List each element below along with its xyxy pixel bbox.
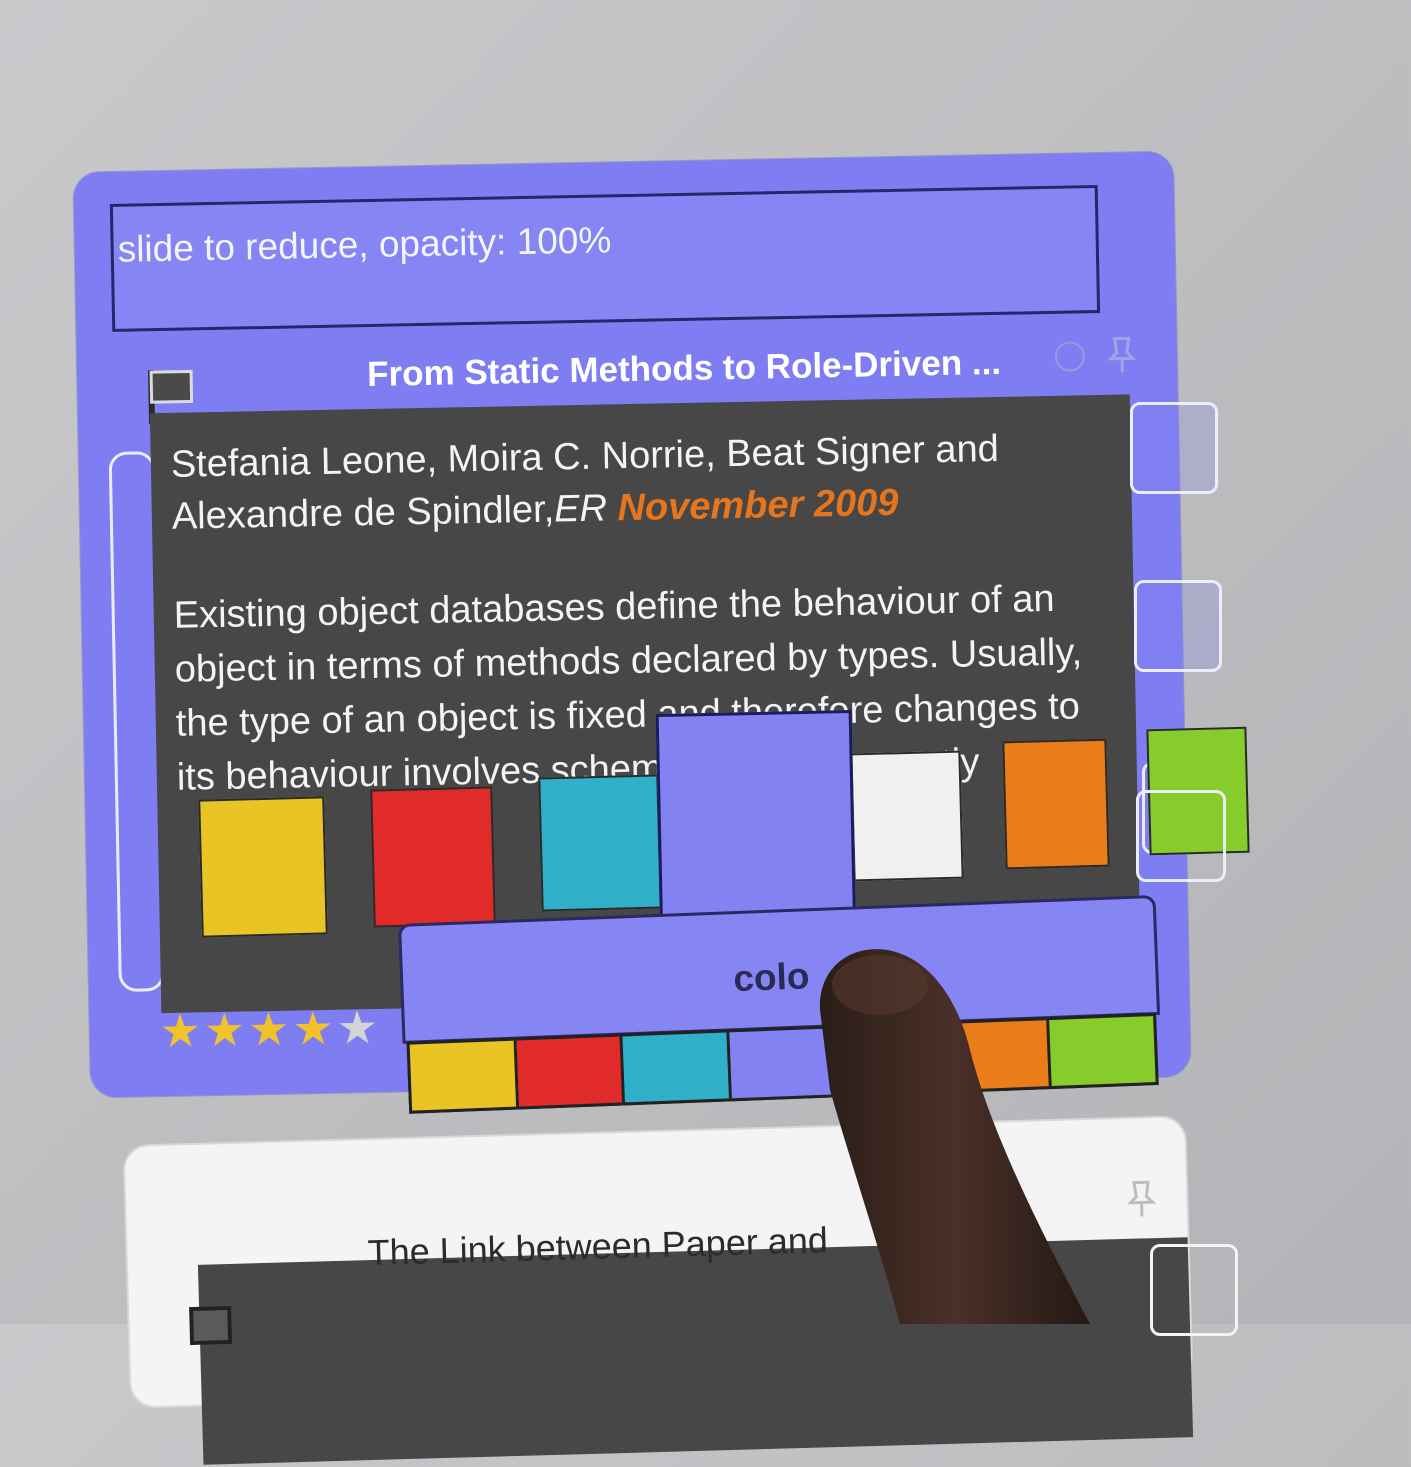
palette-white[interactable] — [836, 1024, 945, 1094]
pin-icon[interactable] — [1107, 334, 1138, 375]
publication-date: November 2009 — [617, 482, 899, 529]
venue: ER — [554, 487, 608, 530]
side-button-card2[interactable] — [1150, 1244, 1238, 1336]
authors-line: Stefania Leone, Moira C. Norrie, Beat Si… — [170, 421, 1112, 543]
rating[interactable]: ★★★★★ — [159, 1003, 381, 1055]
pin-icon[interactable] — [1126, 1178, 1157, 1219]
color-menu[interactable]: colo — [398, 895, 1165, 1124]
color-swatch-red[interactable] — [370, 786, 496, 927]
palette-green[interactable] — [1049, 1016, 1155, 1086]
palette-red[interactable] — [516, 1036, 625, 1106]
star-icon[interactable]: ★ — [336, 1003, 378, 1052]
palette-orange[interactable] — [943, 1020, 1052, 1090]
side-button-1[interactable] — [1130, 402, 1218, 494]
side-button-2[interactable] — [1134, 580, 1222, 672]
palette-yellow[interactable] — [410, 1041, 519, 1111]
opacity-slider-label: slide to reduce, opacity: 100% — [117, 219, 611, 269]
card2-content — [198, 1237, 1193, 1465]
star-icon[interactable]: ★ — [292, 1004, 334, 1053]
star-icon[interactable]: ★ — [159, 1006, 201, 1055]
abstract: Existing object databases define the beh… — [173, 571, 1117, 805]
document-card-2[interactable]: The Link between Paper and — [123, 1115, 1194, 1409]
palette-blue[interactable] — [730, 1028, 839, 1098]
color-swatch-cyan[interactable] — [538, 774, 661, 911]
palette-cyan[interactable] — [623, 1032, 732, 1102]
flag-icon[interactable] — [187, 1304, 234, 1345]
color-swatch-yellow[interactable] — [198, 796, 328, 937]
side-button-outline — [1136, 790, 1226, 882]
opacity-slider[interactable]: slide to reduce, opacity: 100% — [110, 185, 1100, 332]
star-icon[interactable]: ★ — [204, 1006, 246, 1055]
color-swatch-white[interactable] — [850, 751, 963, 882]
color-menu-label: colo — [733, 955, 811, 1000]
star-icon[interactable]: ★ — [248, 1005, 290, 1054]
color-swatch-orange[interactable] — [1002, 739, 1109, 870]
circle-icon[interactable] — [1055, 341, 1086, 372]
card-title: From Static Methods to Role-Driven ... — [367, 342, 1068, 395]
